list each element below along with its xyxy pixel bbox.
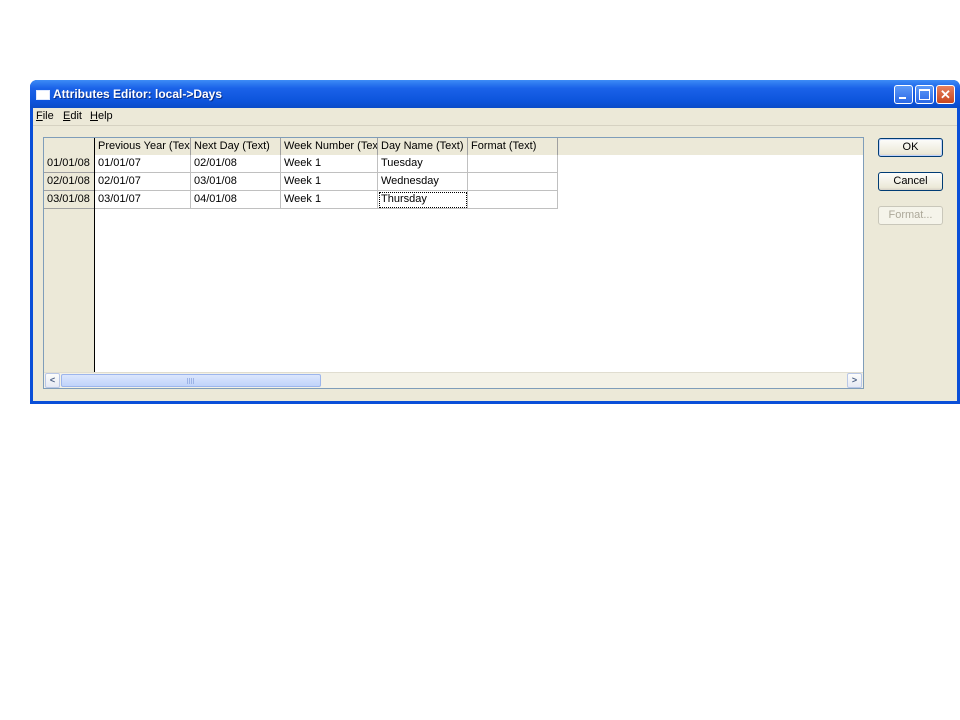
grid-cell[interactable]: Week 1 <box>281 191 378 209</box>
grid-cell[interactable]: 04/01/08 <box>191 191 281 209</box>
grid-cell[interactable]: Week 1 <box>281 155 378 173</box>
grid-cell[interactable]: Week 1 <box>281 173 378 191</box>
column-header[interactable]: Day Name (Text) <box>378 138 468 155</box>
scrollbar-thumb[interactable] <box>61 374 321 387</box>
window-icon <box>36 90 50 100</box>
row-header[interactable]: 02/01/08 <box>44 173 94 191</box>
window-client-area: File Edit Help Previous Year (Text) Next… <box>33 108 957 401</box>
grid-cell-focused[interactable]: Thursday <box>378 191 468 209</box>
row-header[interactable]: 01/01/08 <box>44 155 94 173</box>
column-header[interactable]: Week Number (Text) <box>281 138 378 155</box>
maximize-icon[interactable] <box>915 85 934 104</box>
grid-cell[interactable]: 03/01/07 <box>95 191 191 209</box>
row-header[interactable]: 03/01/08 <box>44 191 94 209</box>
window-title: Attributes Editor: local->Days <box>53 87 223 101</box>
column-header[interactable]: Next Day (Text) <box>191 138 281 155</box>
grid-cell[interactable] <box>468 173 558 191</box>
menu-bar: File Edit Help <box>33 108 957 126</box>
grip-icon <box>187 378 195 384</box>
menu-file[interactable]: File <box>36 110 54 122</box>
grid-cell[interactable]: 02/01/07 <box>95 173 191 191</box>
grid-header: Previous Year (Text) Next Day (Text) Wee… <box>44 138 863 156</box>
row-header-column: 01/01/08 02/01/08 03/01/08 <box>44 155 95 373</box>
horizontal-scrollbar[interactable]: < > <box>44 372 863 388</box>
grid-data-area[interactable]: 01/01/07 02/01/08 Week 1 Tuesday 02/01/0… <box>95 155 863 373</box>
grid-cell[interactable]: Tuesday <box>378 155 468 173</box>
attributes-grid[interactable]: Previous Year (Text) Next Day (Text) Wee… <box>43 137 864 389</box>
menu-edit[interactable]: Edit <box>63 110 82 122</box>
menu-help[interactable]: Help <box>90 110 113 122</box>
chevron-left-icon[interactable]: < <box>45 373 60 388</box>
ok-button[interactable]: OK <box>878 138 943 157</box>
column-header[interactable]: Format (Text) <box>468 138 558 155</box>
title-bar[interactable]: Attributes Editor: local->Days ✕ <box>30 80 960 108</box>
grid-cell[interactable]: 02/01/08 <box>191 155 281 173</box>
grid-cell[interactable] <box>468 191 558 209</box>
grid-cell[interactable]: 01/01/07 <box>95 155 191 173</box>
grid-cell[interactable] <box>468 155 558 173</box>
close-icon[interactable]: ✕ <box>936 85 955 104</box>
attributes-editor-window: Attributes Editor: local->Days ✕ File Ed… <box>30 80 960 404</box>
column-header[interactable]: Previous Year (Text) <box>95 138 191 155</box>
grid-cell[interactable]: 03/01/08 <box>191 173 281 191</box>
minimize-icon[interactable] <box>894 85 913 104</box>
format-button[interactable]: Format... <box>878 206 943 225</box>
corner-header <box>44 138 95 155</box>
chevron-right-icon[interactable]: > <box>847 373 862 388</box>
cancel-button[interactable]: Cancel <box>878 172 943 191</box>
grid-cell[interactable]: Wednesday <box>378 173 468 191</box>
